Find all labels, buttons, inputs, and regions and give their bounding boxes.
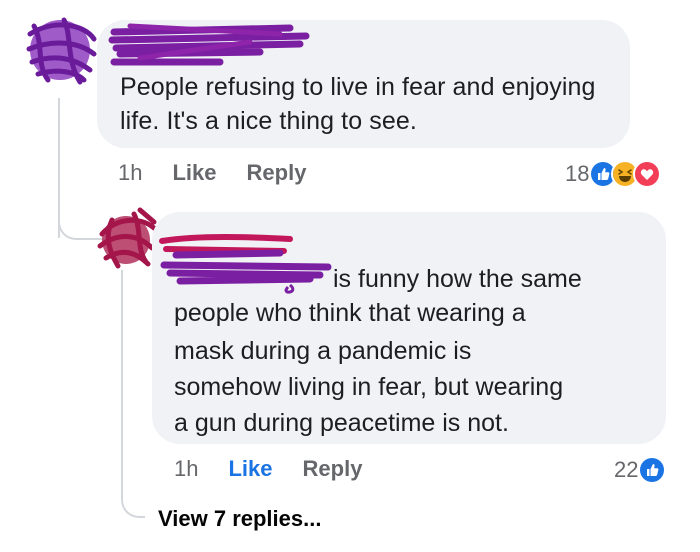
- redacted-author-name: [108, 22, 310, 72]
- reply-text-line: mask during a pandemic is: [174, 337, 472, 365]
- avatar[interactable]: [24, 14, 97, 86]
- comment-thread: People refusing to live in fear and enjo…: [0, 0, 700, 552]
- like-button[interactable]: Like: [228, 456, 272, 482]
- reply-text-line: a gun during peacetime is not.: [174, 409, 509, 437]
- reply-button[interactable]: Reply: [303, 456, 363, 482]
- reaction-count: 22: [614, 457, 639, 482]
- reply-thread-connector: [121, 270, 145, 518]
- reply-text-line: somehow living in fear, but wearing: [174, 373, 564, 401]
- reaction-count: 18: [565, 161, 590, 186]
- like-button[interactable]: Like: [172, 160, 216, 186]
- love-icon: [633, 160, 662, 188]
- redacted-author-name: [159, 225, 332, 295]
- reply-timestamp[interactable]: 1h: [174, 456, 198, 482]
- like-icon: [638, 456, 667, 484]
- reply-button[interactable]: Reply: [247, 160, 307, 186]
- reaction-summary[interactable]: 18: [565, 160, 662, 188]
- avatar[interactable]: [96, 207, 157, 269]
- reply-actions: 1h Like Reply: [174, 456, 362, 482]
- reaction-summary[interactable]: 22: [614, 456, 667, 484]
- comment-text: People refusing to live in fear and enjo…: [120, 73, 596, 135]
- reply-text-line: is funny how the same: [333, 265, 582, 293]
- comment-actions: 1h Like Reply: [118, 160, 306, 186]
- reply-text-line: people who think that wearing a: [174, 299, 526, 327]
- comment-timestamp[interactable]: 1h: [118, 160, 142, 186]
- view-replies-link[interactable]: View 7 replies...: [158, 506, 321, 532]
